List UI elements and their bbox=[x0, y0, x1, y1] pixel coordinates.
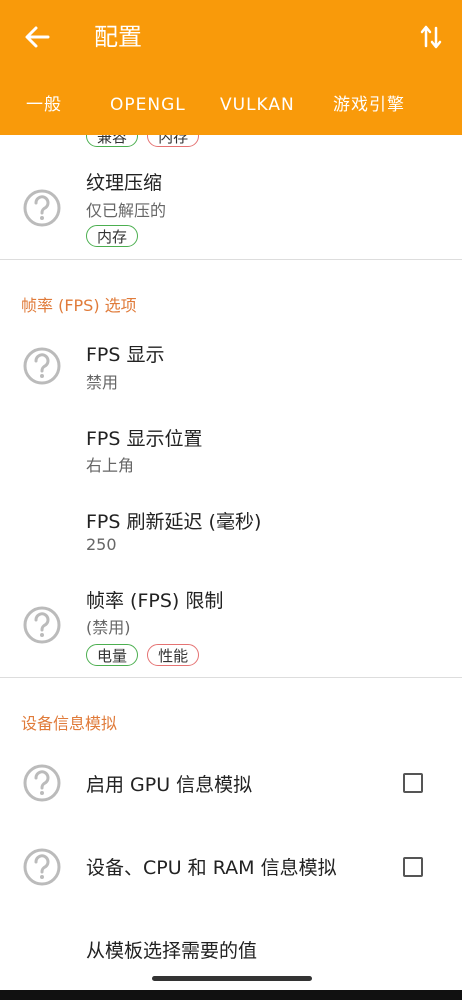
section-header-fps: 帧率 (FPS) 选项 bbox=[21, 296, 137, 315]
gesture-handle[interactable] bbox=[152, 976, 312, 981]
chip-memory: 内存 bbox=[86, 225, 139, 247]
help-circle-icon[interactable] bbox=[22, 763, 62, 803]
tab-general[interactable]: 一般 bbox=[26, 93, 62, 117]
section-header-device-spoof: 设备信息模拟 bbox=[21, 714, 118, 733]
divider bbox=[0, 677, 462, 678]
help-circle-icon[interactable] bbox=[22, 847, 62, 887]
tab-bar: 一般 OPENGL VULKAN 游戏引擎 bbox=[0, 73, 462, 135]
pref-title: 启用 GPU 信息模拟 bbox=[86, 774, 253, 796]
app-bar: 配置 bbox=[0, 0, 462, 73]
system-nav-bar bbox=[0, 990, 462, 1000]
pref-subtitle: (禁用) bbox=[86, 618, 131, 637]
pref-subtitle: 禁用 bbox=[86, 373, 119, 392]
partial-chip-row: 兼容 内存 bbox=[86, 135, 200, 147]
help-circle-icon[interactable] bbox=[22, 346, 62, 386]
pref-title: FPS 刷新延迟 (毫秒) bbox=[86, 511, 262, 533]
pref-title: FPS 显示 bbox=[86, 344, 165, 366]
chip-compat: 兼容 bbox=[86, 135, 139, 147]
pref-title: 从模板选择需要的值 bbox=[86, 940, 258, 962]
pref-subtitle: 仅已解压的 bbox=[86, 201, 167, 220]
chip-memory: 内存 bbox=[147, 135, 200, 147]
device-spoof-checkbox[interactable] bbox=[403, 857, 423, 877]
pref-title: 帧率 (FPS) 限制 bbox=[86, 590, 224, 612]
swap-vertical-icon[interactable] bbox=[418, 22, 444, 52]
chip-battery: 电量 bbox=[86, 644, 139, 666]
pref-subtitle: 右上角 bbox=[86, 456, 135, 475]
chip-performance: 性能 bbox=[147, 644, 200, 666]
help-circle-icon[interactable] bbox=[22, 605, 62, 645]
pref-title: 纹理压缩 bbox=[86, 172, 163, 194]
settings-list[interactable]: 兼容 内存 纹理压缩 仅已解压的 内存 帧率 (FPS) 选项 FPS 显示 禁… bbox=[0, 135, 462, 1000]
page-title: 配置 bbox=[94, 23, 142, 51]
arrow-left-icon[interactable] bbox=[22, 22, 52, 52]
gpu-spoof-checkbox[interactable] bbox=[403, 773, 423, 793]
tab-game-engine[interactable]: 游戏引擎 bbox=[333, 93, 405, 117]
pref-title: 设备、CPU 和 RAM 信息模拟 bbox=[86, 857, 337, 879]
tab-opengl[interactable]: OPENGL bbox=[110, 93, 186, 117]
pref-subtitle: 250 bbox=[86, 535, 117, 554]
help-circle-icon[interactable] bbox=[22, 188, 62, 228]
pref-title: FPS 显示位置 bbox=[86, 428, 203, 450]
tab-vulkan[interactable]: VULKAN bbox=[220, 93, 295, 117]
divider bbox=[0, 259, 462, 260]
